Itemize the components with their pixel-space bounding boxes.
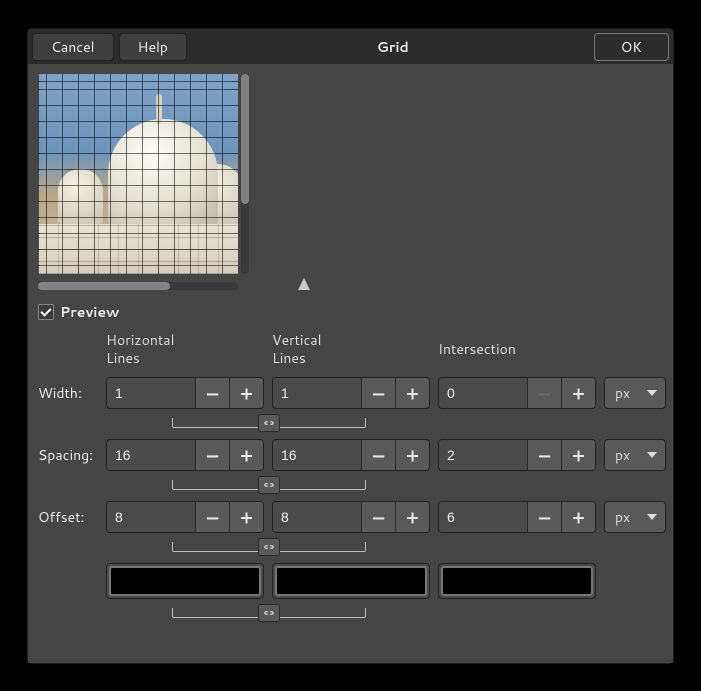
unit-label: px — [615, 507, 630, 527]
chevron-down-icon — [647, 390, 657, 396]
offset-unit-select[interactable]: px — [604, 501, 666, 533]
minus-icon[interactable]: − — [527, 440, 561, 470]
link-chain-icon[interactable] — [258, 538, 280, 556]
link-chain-icon[interactable] — [258, 604, 280, 622]
spacing-horizontal-spin: − + — [106, 439, 264, 471]
link-chain-icon[interactable] — [258, 476, 280, 494]
spacing-vertical-input[interactable] — [273, 440, 361, 470]
color-swatch — [441, 566, 593, 596]
preview-horizontal-scrollbar[interactable] — [38, 282, 238, 290]
chevron-down-icon — [647, 452, 657, 458]
width-intersection-input[interactable] — [439, 378, 527, 408]
plus-icon[interactable]: + — [229, 440, 263, 470]
grid-dialog: Cancel Help Grid OK — [27, 28, 674, 664]
color-intersection-button[interactable] — [438, 563, 596, 599]
row-label-spacing: Spacing: — [38, 445, 100, 465]
spacing-horizontal-input[interactable] — [107, 440, 195, 470]
minus-icon[interactable]: − — [361, 502, 395, 532]
cancel-button[interactable]: Cancel — [32, 33, 114, 61]
offset-horizontal-spin: − + — [106, 501, 264, 533]
plus-icon[interactable]: + — [561, 378, 595, 408]
spacing-vertical-spin: − + — [272, 439, 430, 471]
column-header-vertical: Vertical Lines — [272, 332, 432, 369]
offset-intersection-input[interactable] — [439, 502, 527, 532]
width-intersection-spin: − + — [438, 377, 596, 409]
minus-icon[interactable]: − — [361, 378, 395, 408]
scrollbar-thumb[interactable] — [38, 282, 170, 290]
color-vertical-button[interactable] — [272, 563, 430, 599]
spacing-intersection-spin: − + — [438, 439, 596, 471]
minus-icon[interactable]: − — [527, 502, 561, 532]
width-unit-select[interactable]: px — [604, 377, 666, 409]
minus-icon: − — [527, 378, 561, 408]
plus-icon[interactable]: + — [561, 440, 595, 470]
ok-button[interactable]: OK — [594, 33, 669, 61]
preview-checkbox-label: Preview — [60, 302, 119, 322]
minus-icon[interactable]: − — [195, 378, 229, 408]
plus-icon[interactable]: + — [395, 440, 429, 470]
minus-icon[interactable]: − — [361, 440, 395, 470]
offset-intersection-spin: − + — [438, 501, 596, 533]
spacing-intersection-input[interactable] — [439, 440, 527, 470]
preview-checkbox[interactable] — [38, 304, 54, 320]
row-label-width: Width: — [38, 383, 100, 403]
minus-icon[interactable]: − — [195, 502, 229, 532]
color-horizontal-button[interactable] — [106, 563, 264, 599]
preview-area[interactable] — [38, 74, 238, 274]
width-vertical-input[interactable] — [273, 378, 361, 408]
width-vertical-spin: − + — [272, 377, 430, 409]
preview-grid-overlay — [38, 74, 238, 274]
offset-horizontal-input[interactable] — [107, 502, 195, 532]
zoom-reset-icon[interactable] — [298, 278, 314, 294]
plus-icon[interactable]: + — [229, 378, 263, 408]
unit-label: px — [615, 383, 630, 403]
scrollbar-thumb[interactable] — [241, 74, 249, 204]
dialog-header: Cancel Help Grid OK — [28, 29, 673, 64]
width-horizontal-spin: − + — [106, 377, 264, 409]
width-horizontal-input[interactable] — [107, 378, 195, 408]
plus-icon[interactable]: + — [395, 378, 429, 408]
plus-icon[interactable]: + — [561, 502, 595, 532]
column-header-horizontal: Horizontal Lines — [106, 332, 266, 369]
dialog-title: Grid — [192, 37, 594, 57]
plus-icon[interactable]: + — [395, 502, 429, 532]
color-swatch — [275, 566, 427, 596]
spacing-unit-select[interactable]: px — [604, 439, 666, 471]
offset-vertical-input[interactable] — [273, 502, 361, 532]
column-header-intersection: Intersection — [438, 341, 598, 361]
controls-grid: Horizontal Lines Vertical Lines Intersec… — [38, 332, 663, 621]
unit-label: px — [615, 445, 630, 465]
color-swatch — [109, 566, 261, 596]
chevron-down-icon — [647, 514, 657, 520]
plus-icon[interactable]: + — [229, 502, 263, 532]
preview-vertical-scrollbar[interactable] — [241, 74, 249, 274]
offset-vertical-spin: − + — [272, 501, 430, 533]
minus-icon[interactable]: − — [195, 440, 229, 470]
help-button[interactable]: Help — [119, 33, 187, 61]
row-label-offset: Offset: — [38, 507, 100, 527]
dialog-content: Preview Horizontal Lines Vertical Lines … — [28, 64, 673, 663]
link-chain-icon[interactable] — [258, 414, 280, 432]
